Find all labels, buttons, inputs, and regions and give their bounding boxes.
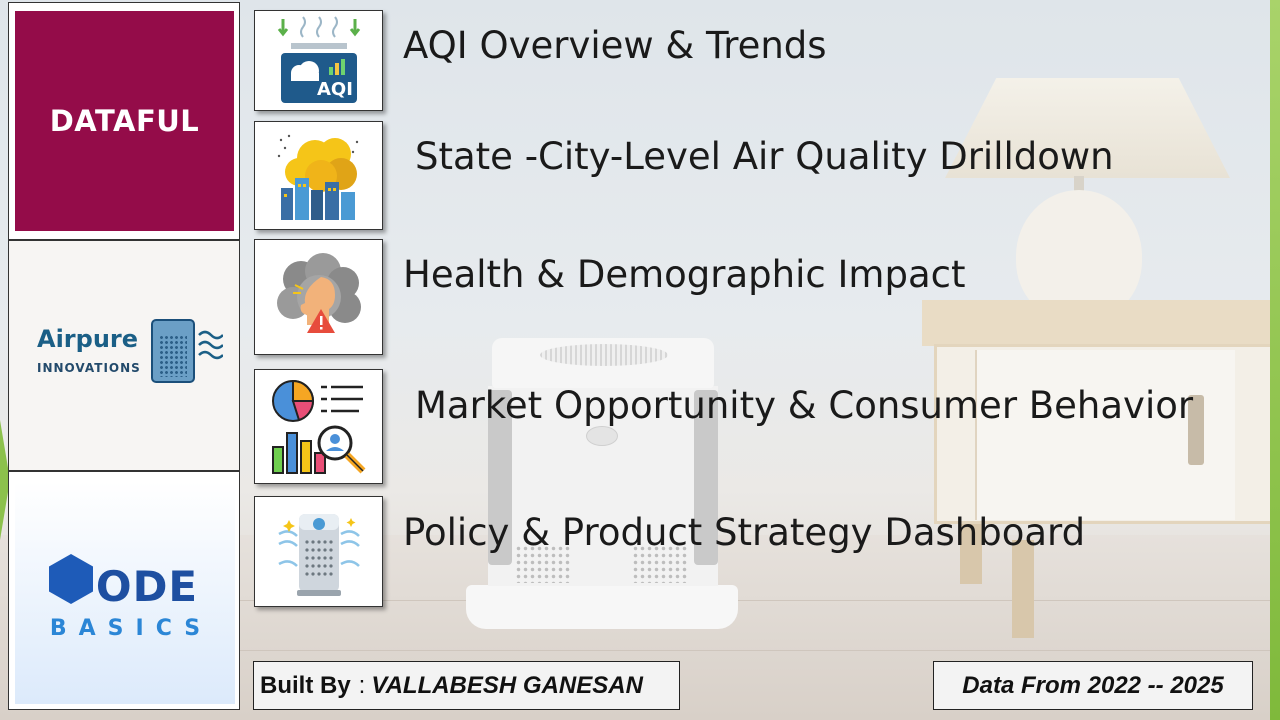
menu-item-state-city-drilldown[interactable]: State -City-Level Air Quality Drilldown bbox=[415, 135, 1114, 178]
menu-item-aqi-overview[interactable]: AQI Overview & Trends bbox=[403, 24, 827, 67]
menu-item-market-opportunity[interactable]: Market Opportunity & Consumer Behavior bbox=[415, 384, 1193, 427]
floor-line bbox=[240, 650, 1280, 651]
codebasics-logo-subtitle: BASICS bbox=[49, 616, 213, 641]
health-warning-icon[interactable] bbox=[254, 239, 383, 355]
purifier-device-icon bbox=[151, 319, 195, 383]
floor-line bbox=[240, 600, 1280, 601]
menu-item-health-demographic[interactable]: Health & Demographic Impact bbox=[403, 253, 965, 296]
airpure-logo-name: Airpure bbox=[37, 325, 139, 353]
cabinet-top bbox=[922, 300, 1272, 346]
polluted-city-icon[interactable] bbox=[254, 121, 383, 230]
air-waves-icon bbox=[198, 330, 223, 360]
dataful-logo-panel: DATAFUL bbox=[15, 11, 234, 231]
data-range-text: Data From 2022 -- 2025 bbox=[962, 671, 1224, 699]
menu-item-policy-strategy[interactable]: Policy & Product Strategy Dashboard bbox=[403, 511, 1085, 554]
built-by-box: Built By : VALLABESH GANESAN bbox=[253, 661, 680, 710]
air-purifier-icon[interactable] bbox=[254, 496, 383, 607]
dataful-logo: DATAFUL bbox=[8, 2, 240, 240]
dataful-logo-text: DATAFUL bbox=[49, 104, 200, 138]
svg-text:AQI: AQI bbox=[317, 79, 353, 100]
purifier-vent bbox=[540, 344, 668, 366]
airpure-logo: Airpure INNOVATIONS bbox=[8, 240, 240, 471]
data-range-box: Data From 2022 -- 2025 bbox=[933, 661, 1253, 710]
accent-edge-right bbox=[1270, 0, 1280, 720]
built-by-label: Built By bbox=[260, 671, 351, 699]
codebasics-logo-panel: ODE BASICS bbox=[15, 482, 235, 704]
market-analytics-icon[interactable] bbox=[254, 369, 383, 484]
built-by-separator: : bbox=[358, 671, 366, 699]
codebasics-logo-word: ODE bbox=[95, 562, 199, 611]
airpure-logo-subtitle: INNOVATIONS bbox=[37, 361, 141, 375]
purifier-button bbox=[586, 426, 618, 446]
cabinet-leg bbox=[1012, 540, 1034, 638]
codebasics-logo: ODE BASICS bbox=[8, 471, 240, 710]
purifier-foot bbox=[466, 585, 738, 629]
author-name: VALLABESH GANESAN bbox=[371, 671, 643, 699]
aqi-monitor-icon[interactable]: AQI bbox=[254, 10, 383, 111]
